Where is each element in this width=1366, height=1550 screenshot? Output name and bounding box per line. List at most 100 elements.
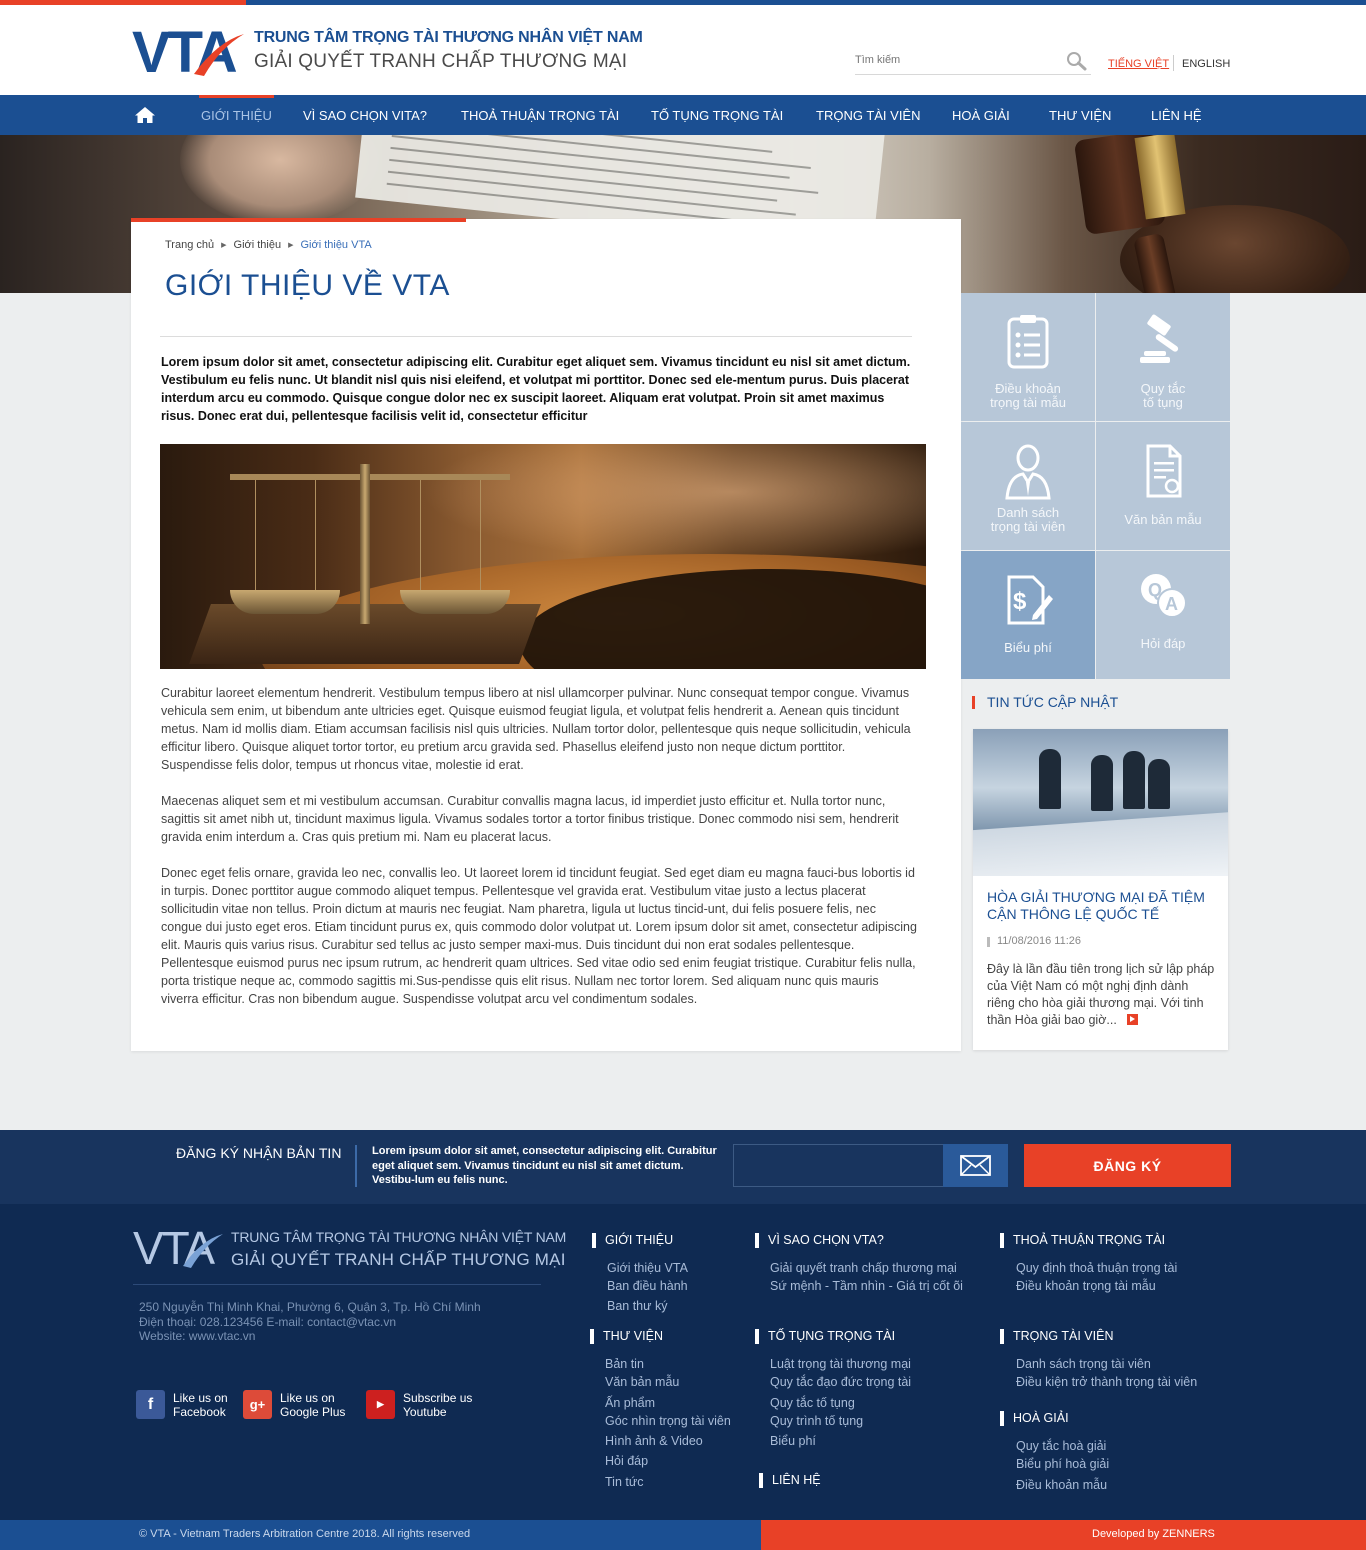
tile-danh-sach[interactable]: Danh sách trọng tài viên	[961, 422, 1095, 550]
footer-heading-thoa-thuan[interactable]: THOẢ THUẬN TRỌNG TÀI	[1000, 1233, 1165, 1248]
lead-paragraph: Lorem ipsum dolor sit amet, consectetur …	[161, 355, 911, 423]
social-youtube[interactable]: ▶ Subscribe us Youtube	[366, 1390, 472, 1419]
nav-item-to-tung[interactable]: TỐ TỤNG TRỌNG TÀI	[651, 95, 783, 135]
footer-heading-vi-sao[interactable]: VÌ SAO CHỌN VTA?	[755, 1233, 884, 1248]
mail-icon	[943, 1144, 1008, 1187]
footer-heading-trong-tai-vien[interactable]: TRỌNG TÀI VIÊN	[1000, 1329, 1113, 1344]
footer-link[interactable]: Bản tin	[605, 1357, 644, 1371]
tile-label: Điều khoản trọng tài mẫu	[990, 381, 1066, 410]
breadcrumb-home[interactable]: Trang chủ	[165, 239, 214, 251]
footer-link[interactable]: Ban thư ký	[607, 1299, 667, 1313]
search-icon[interactable]	[1065, 51, 1087, 71]
footer-heading-gioi-thieu[interactable]: GIỚI THIỆU	[592, 1233, 673, 1248]
newsletter-email-input[interactable]	[733, 1144, 944, 1187]
subscribe-button[interactable]: ĐĂNG KÝ	[1024, 1144, 1231, 1187]
fee-doc-icon: $	[1007, 575, 1053, 625]
person-icon	[1005, 444, 1051, 500]
footer-link[interactable]: Quy tắc hoà giải	[1016, 1439, 1106, 1453]
footer-link[interactable]: Danh sách trọng tài viên	[1016, 1357, 1151, 1371]
vta-logo[interactable]: VTA	[132, 22, 247, 80]
social-facebook[interactable]: f Like us on Facebook	[136, 1390, 228, 1419]
newsletter-text: Lorem ipsum dolor sit amet, consectetur …	[372, 1145, 717, 1186]
header-tagline: GIẢI QUYẾT TRANH CHẤP THƯƠNG MẠI	[254, 51, 628, 72]
tile-label: Biểu phí	[1004, 640, 1052, 655]
footer-link[interactable]: Điều khoản trọng tài mẫu	[1016, 1279, 1156, 1293]
footer-link[interactable]: Quy tắc tố tụng	[770, 1396, 855, 1410]
tile-dieu-khoan[interactable]: Điều khoản trọng tài mẫu	[961, 293, 1095, 421]
footer-org-text: TRUNG TÂM TRỌNG TÀI THƯƠNG NHÂN VIỆT NAM…	[231, 1229, 566, 1270]
youtube-icon: ▶	[366, 1390, 395, 1419]
nav-item-hoa-giai[interactable]: HOÀ GIẢI	[952, 95, 1010, 135]
footer-address-block: 250 Nguyễn Thị Minh Khai, Phường 6, Quận…	[139, 1300, 481, 1344]
social-google-plus[interactable]: g+ Like us on Google Plus	[243, 1390, 345, 1419]
footer-link[interactable]: Hỏi đáp	[605, 1454, 648, 1468]
footer-link[interactable]: Ấn phẩm	[605, 1396, 655, 1410]
tile-hoi-dap[interactable]: Q A Hỏi đáp	[1096, 551, 1230, 679]
tile-label: Hỏi đáp	[1140, 636, 1186, 651]
footer-link[interactable]: Ban điều hành	[607, 1279, 688, 1293]
header-org-name: TRUNG TÂM TRỌNG TÀI THƯƠNG NHÂN VIỆT NAM	[254, 29, 643, 46]
footer-website[interactable]: Website: www.vtac.vn	[139, 1329, 481, 1344]
header-org-text: TRUNG TÂM TRỌNG TÀI THƯƠNG NHÂN VIỆT NAM…	[254, 29, 643, 73]
footer-link[interactable]: Biểu phí hoà giải	[1016, 1457, 1109, 1471]
footer-link[interactable]: Điều kiện trở thành trọng tài viên	[1016, 1375, 1197, 1389]
news-card[interactable]: HÒA GIẢI THƯƠNG MẠI ĐÃ TIỆM CẬN THÔNG LỆ…	[973, 729, 1228, 1050]
footer-vta-logo[interactable]: VTA	[133, 1224, 225, 1270]
footer-link[interactable]: Sứ mệnh - Tầm nhìn - Giá trị cốt õi	[770, 1279, 963, 1293]
news-image	[973, 729, 1228, 876]
nav-item-thu-vien[interactable]: THƯ VIỆN	[1049, 95, 1111, 135]
footer-link[interactable]: Tin tức	[605, 1475, 643, 1489]
developer-credit[interactable]: Developed by ZENNERS	[1092, 1528, 1215, 1540]
news-excerpt: Đây là lần đầu tiên trong lịch sử lập ph…	[987, 962, 1215, 1027]
news-title[interactable]: HÒA GIẢI THƯƠNG MẠI ĐÃ TIỆM CẬN THÔNG LỆ…	[987, 889, 1217, 923]
footer-heading-lien-he[interactable]: LIÊN HỆ	[759, 1473, 821, 1488]
breadcrumb-separator-icon: ▶	[288, 242, 294, 249]
nav-item-thoa-thuan[interactable]: THOẢ THUẬN TRỌNG TÀI	[461, 95, 619, 135]
footer-link[interactable]: Quy trình tố tụng	[770, 1414, 863, 1428]
tile-quy-tac[interactable]: Quy tắc tố tụng	[1096, 293, 1230, 421]
footer-link[interactable]: Hình ảnh & Video	[605, 1434, 703, 1448]
lang-vietnamese-link[interactable]: TIẾNG VIỆT	[1108, 58, 1169, 70]
footer-link[interactable]: Luật trọng tài thương mại	[770, 1357, 911, 1371]
breadcrumb-current: Giới thiệu VTA	[300, 239, 372, 251]
read-more-arrow-icon[interactable]	[1126, 1014, 1138, 1025]
clipboard-icon	[1007, 315, 1049, 369]
newsletter-divider	[355, 1145, 357, 1187]
footer-link[interactable]: Biểu phí	[770, 1434, 816, 1448]
search-input[interactable]	[855, 49, 1055, 71]
svg-text:A: A	[1165, 594, 1178, 614]
tile-van-ban-mau[interactable]: Văn bản mẫu	[1096, 422, 1230, 550]
footer-heading-thu-vien[interactable]: THƯ VIỆN	[590, 1329, 663, 1344]
footer-tagline: GIẢI QUYẾT TRANH CHẤP THƯƠNG MẠI	[231, 1250, 566, 1269]
home-icon[interactable]	[134, 106, 156, 124]
nav-item-trong-tai-vien[interactable]: TRỌNG TÀI VIÊN	[816, 95, 921, 135]
body-paragraph: Donec eget felis ornare, gravida leo nec…	[161, 866, 917, 1006]
svg-text:$: $	[1013, 588, 1027, 615]
body-paragraph: Curabitur laoreet elementum hendrerit. V…	[161, 686, 911, 772]
news-date: 11/08/2016 11:26	[987, 935, 1081, 947]
footer-link[interactable]: Quy tắc đạo đức trọng tài	[770, 1375, 911, 1389]
footer-divider	[133, 1284, 541, 1285]
footer-contact: Điện thoại: 028.123456 E-mail: contact@v…	[139, 1314, 396, 1329]
certificate-doc-icon	[1146, 444, 1182, 498]
gavel-icon	[1140, 314, 1179, 363]
page-title: GIỚI THIỆU VỀ VTA	[165, 269, 450, 302]
footer-heading-hoa-giai[interactable]: HOÀ GIẢI	[1000, 1411, 1069, 1426]
footer-link[interactable]: Góc nhìn trọng tài viên	[605, 1414, 731, 1428]
breadcrumb-section[interactable]: Giới thiệu	[234, 239, 282, 251]
footer-link[interactable]: Giải quyết tranh chấp thương mại	[770, 1261, 957, 1275]
nav-item-lien-he[interactable]: LIÊN HỆ	[1151, 95, 1202, 135]
lang-english-link[interactable]: ENGLISH	[1182, 58, 1230, 70]
main-nav: GIỚI THIỆU VÌ SAO CHỌN VITA? THOẢ THUẬN …	[0, 95, 1366, 135]
footer-link[interactable]: Điều khoản mẫu	[1016, 1478, 1107, 1492]
qa-icon: Q A	[1141, 574, 1187, 618]
footer-link[interactable]: Quy định thoả thuận trọng tài	[1016, 1261, 1177, 1275]
copyright-bar: © VTA - Vietnam Traders Arbitration Cent…	[0, 1520, 761, 1550]
nav-item-vi-sao-chon[interactable]: VÌ SAO CHỌN VITA?	[303, 95, 427, 135]
footer-heading-to-tung[interactable]: TỐ TỤNG TRỌNG TÀI	[755, 1329, 895, 1344]
nav-item-gioi-thieu[interactable]: GIỚI THIỆU	[199, 95, 274, 135]
footer-link[interactable]: Giới thiệu VTA	[607, 1261, 688, 1275]
footer-link[interactable]: Văn bản mẫu	[605, 1375, 679, 1389]
tile-bieu-phi[interactable]: $ Biểu phí	[961, 551, 1095, 679]
developer-bar: Developed by ZENNERS	[761, 1520, 1366, 1550]
